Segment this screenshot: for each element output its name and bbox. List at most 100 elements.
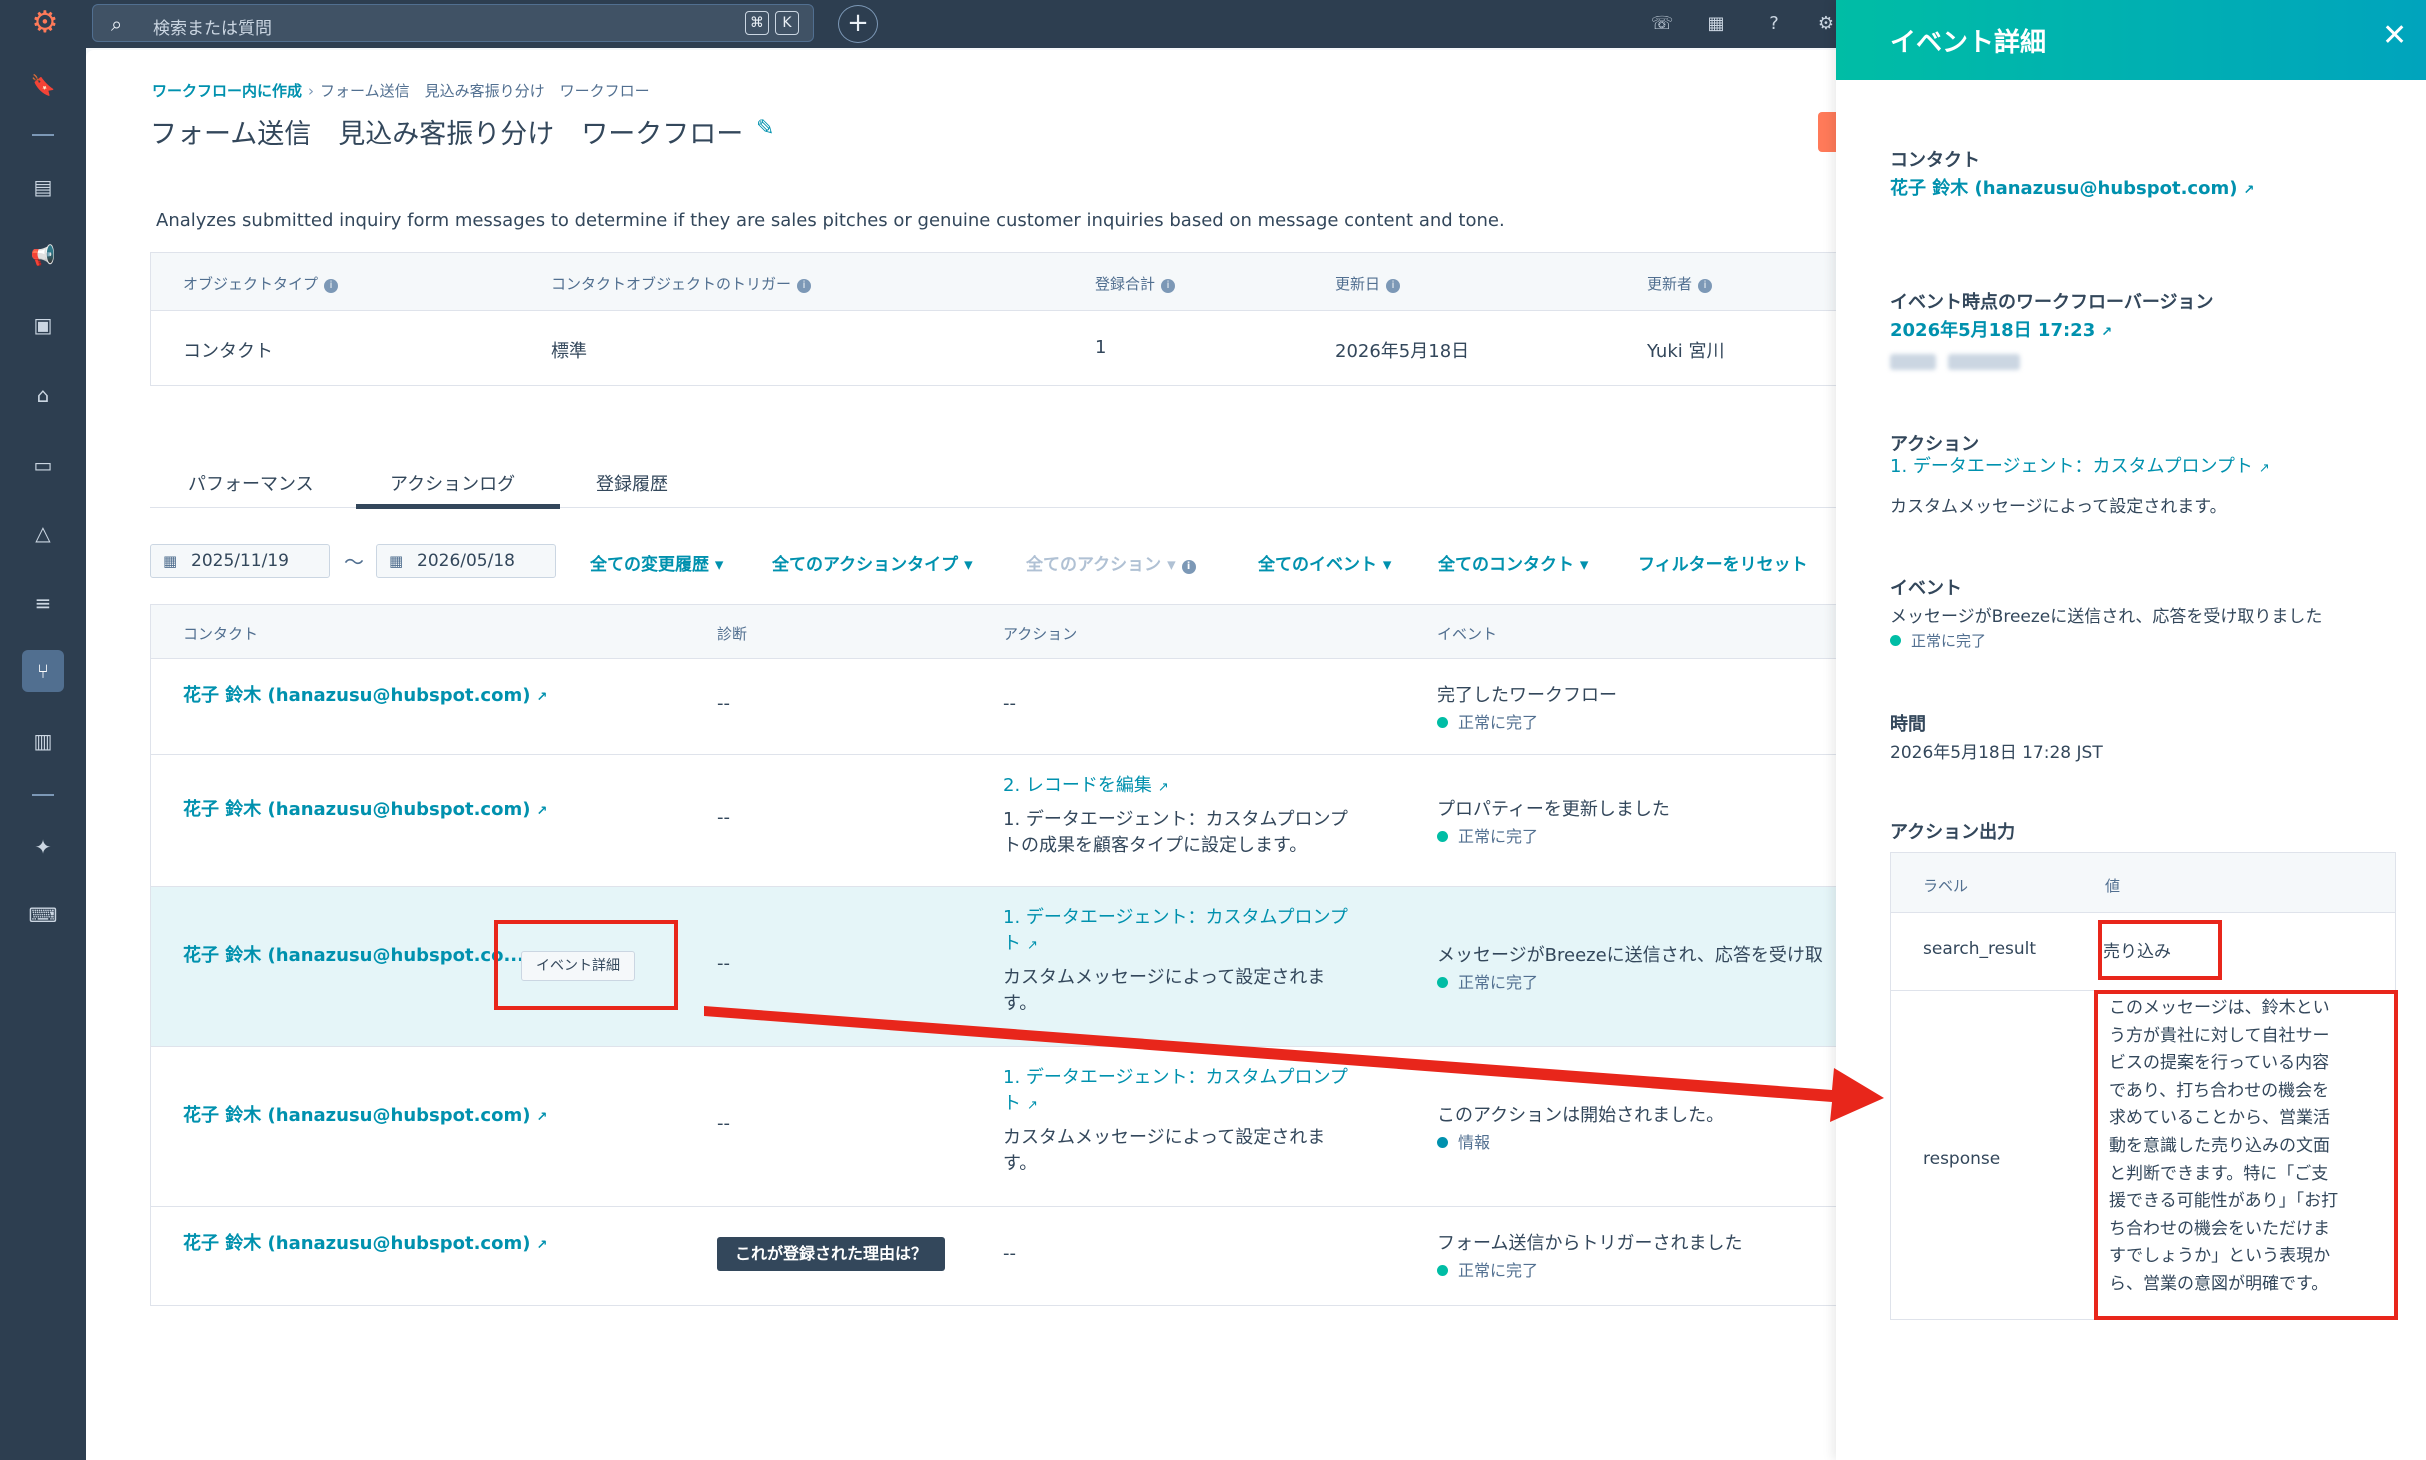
why-enrolled-button[interactable]: これが登録された理由は？ (717, 1237, 946, 1271)
workflow-card: ワークフロー内に作成 › フォーム送信 見込み客振り分け ワークフロー フォーム送信… (86, 50, 1850, 1460)
breadcrumb-separator: › (308, 82, 315, 100)
diagnosis-cell: -- (717, 1113, 730, 1134)
time-label: 時間 (1890, 714, 1926, 735)
external-link-icon: ↗ (536, 804, 548, 819)
data-database-icon[interactable]: ≡ (22, 582, 64, 624)
meta-header: 登録合計 i (1095, 273, 1176, 294)
tab-action-log[interactable]: アクションログ (390, 470, 515, 496)
column-header[interactable]: アクション (1003, 623, 1077, 644)
action-description: カスタムメッセージによって設定されます。 (1890, 497, 2227, 517)
edit-workflow-button[interactable] (1818, 112, 1836, 152)
left-sidebar: 🔖 ▤ 📢 ▣ ⌂ ▭ △ ≡ ⑂ ▥ ✦ ⌨ (0, 48, 86, 1460)
tab-performance[interactable]: パフォーマンス (188, 470, 314, 496)
service-bell-icon[interactable]: △ (22, 512, 64, 554)
reset-filters-link[interactable]: フィルターをリセット (1638, 550, 1808, 575)
breadcrumb-current: フォーム送信 見込み客振り分け ワークフロー (320, 82, 650, 100)
success-dot-icon (1437, 977, 1448, 988)
close-icon[interactable]: ✕ (2382, 18, 2407, 53)
contacts-icon[interactable]: ▤ (22, 166, 64, 208)
tab-enrollment-history[interactable]: 登録履歴 (596, 470, 668, 496)
meta-header: コンタクトオブジェクトのトリガー i (551, 273, 812, 294)
help-icon[interactable]: ? (1760, 10, 1788, 38)
content-icon[interactable]: ▣ (22, 304, 64, 346)
action-description-line: す。 (1003, 993, 1038, 1014)
automation-workflow-icon[interactable]: ⑂ (22, 650, 64, 692)
filter-events[interactable]: 全てのイベント ▾ (1258, 550, 1391, 575)
date-from-input[interactable]: ▦ 2025/11/19 (150, 544, 330, 578)
action-link[interactable]: 1. データエージェント：カスタムプロンプ (1003, 905, 1348, 931)
active-tab-indicator (356, 504, 560, 509)
external-link-icon: ↗ (536, 1110, 548, 1125)
info-icon[interactable]: i (1161, 279, 1176, 293)
marketplace-icon[interactable]: ▦ (1702, 10, 1730, 38)
success-dot-icon (1890, 635, 1901, 646)
version-link[interactable]: 2026年5月18日 17:23 ↗ (1890, 316, 2112, 342)
breeze-sparkle-icon[interactable]: ✦ (22, 826, 64, 868)
date-to-input[interactable]: ▦ 2026/05/18 (376, 544, 556, 578)
column-header: 値 (2105, 877, 2121, 895)
info-icon[interactable]: i (1181, 560, 1196, 574)
wallet-icon[interactable]: ▭ (22, 444, 64, 486)
success-dot-icon (1437, 831, 1448, 842)
external-link-icon: ↗ (1027, 938, 1038, 953)
success-dot-icon (1437, 1265, 1448, 1276)
edit-pencil-icon[interactable]: ✎ (756, 116, 774, 141)
status-badge: 正常に完了 (1437, 969, 1538, 993)
create-new-button[interactable]: + (838, 5, 878, 43)
diagnosis-cell: -- (717, 953, 730, 974)
column-header[interactable]: イベント (1437, 623, 1497, 644)
panel-title: イベント詳細 (1890, 28, 2047, 58)
table-row-selected[interactable]: 花子 鈴木 (hanazusu@hubspot.co... イベント詳細 -- … (151, 887, 1850, 1047)
marketing-megaphone-icon[interactable]: 📢 (22, 234, 64, 276)
bookmark-icon[interactable]: 🔖 (22, 64, 64, 106)
event-cell: このアクションは開始されました。 (1437, 1105, 1725, 1126)
table-row[interactable]: 花子 鈴木 (hanazusu@hubspot.com) ↗ -- 2. レコード… (151, 755, 1850, 887)
action-link[interactable]: 1. データエージェント：カスタムプロンプ (1003, 1065, 1348, 1091)
breadcrumb-link[interactable]: ワークフロー内に作成 (152, 82, 302, 100)
contact-link[interactable]: 花子 鈴木 (hanazusu@hubspot.com) ↗ (183, 1101, 547, 1127)
info-icon[interactable]: i (797, 279, 812, 293)
table-row[interactable]: 花子 鈴木 (hanazusu@hubspot.com) ↗ -- 1. データエ… (151, 1047, 1850, 1207)
annotation-box-search-result (2098, 920, 2222, 980)
info-icon[interactable]: i (324, 279, 339, 293)
phone-icon[interactable]: ☏ (1648, 10, 1676, 38)
action-link-continuation[interactable]: ト ↗ (1003, 1091, 1038, 1119)
external-link-icon: ↗ (1157, 780, 1169, 795)
table-row[interactable]: 花子 鈴木 (hanazusu@hubspot.com) ↗ これが登録された理由… (151, 1207, 1850, 1305)
redacted-text (1948, 354, 2020, 370)
nav-divider (32, 134, 54, 136)
hubspot-logo-icon[interactable]: ⚙ (28, 6, 62, 40)
workflow-meta-table: オブジェクトタイプ i コンタクトオブジェクトのトリガー i 登録合計 i 更新日 i … (150, 252, 1850, 386)
filter-action-type[interactable]: 全てのアクションタイプ ▾ (772, 550, 973, 575)
table-row[interactable]: 花子 鈴木 (hanazusu@hubspot.com) ↗ -- -- 完了した… (151, 659, 1850, 755)
external-link-icon: ↗ (2243, 183, 2255, 198)
contact-link[interactable]: 花子 鈴木 (hanazusu@hubspot.com) ↗ (183, 1229, 547, 1255)
breadcrumb: ワークフロー内に作成 › フォーム送信 見込み客振り分け ワークフロー (152, 80, 650, 101)
filter-change-history[interactable]: 全ての変更履歴 ▾ (590, 550, 723, 575)
contact-link[interactable]: 花子 鈴木 (hanazusu@hubspot.com) ↗ (183, 795, 547, 821)
search-placeholder: 検索または質問 (153, 19, 272, 39)
action-link[interactable]: 2. レコードを編集 ↗ (1003, 773, 1169, 801)
developer-code-icon[interactable]: ⌨ (22, 894, 64, 936)
commerce-store-icon[interactable]: ⌂ (22, 374, 64, 416)
meta-header: オブジェクトタイプ i (183, 273, 339, 294)
nav-divider (32, 794, 54, 796)
filter-contacts[interactable]: 全てのコンタクト ▾ (1438, 550, 1588, 575)
column-header[interactable]: コンタクト (183, 623, 258, 644)
event-cell: プロパティーを更新しました (1437, 799, 1670, 820)
reporting-chart-icon[interactable]: ▥ (22, 720, 64, 762)
panel-action-link[interactable]: 1. データエージェント：カスタムプロンプト ↗ (1890, 452, 2270, 478)
contact-link[interactable]: 花子 鈴木 (hanazusu@hubspot.com) ↗ (183, 681, 547, 707)
action-description-line: カスタムメッセージによって設定されま (1003, 967, 1326, 988)
info-icon[interactable]: i (1698, 279, 1713, 293)
updated-date-value: 2026年5月18日 (1335, 341, 1470, 362)
panel-contact-link[interactable]: 花子 鈴木 (hanazusu@hubspot.com) ↗ (1890, 174, 2254, 200)
global-search-input[interactable]: ⌕ 検索または質問 ⌘ K (92, 4, 814, 42)
action-link-continuation[interactable]: ト ↗ (1003, 931, 1038, 959)
info-icon[interactable]: i (1386, 279, 1401, 293)
contact-link[interactable]: 花子 鈴木 (hanazusu@hubspot.co... (183, 941, 524, 967)
panel-header: イベント詳細 ✕ (1836, 0, 2426, 80)
meta-header: 更新者 i (1647, 273, 1713, 294)
column-header[interactable]: 診断 (717, 623, 747, 644)
meta-header: 更新日 i (1335, 273, 1401, 294)
